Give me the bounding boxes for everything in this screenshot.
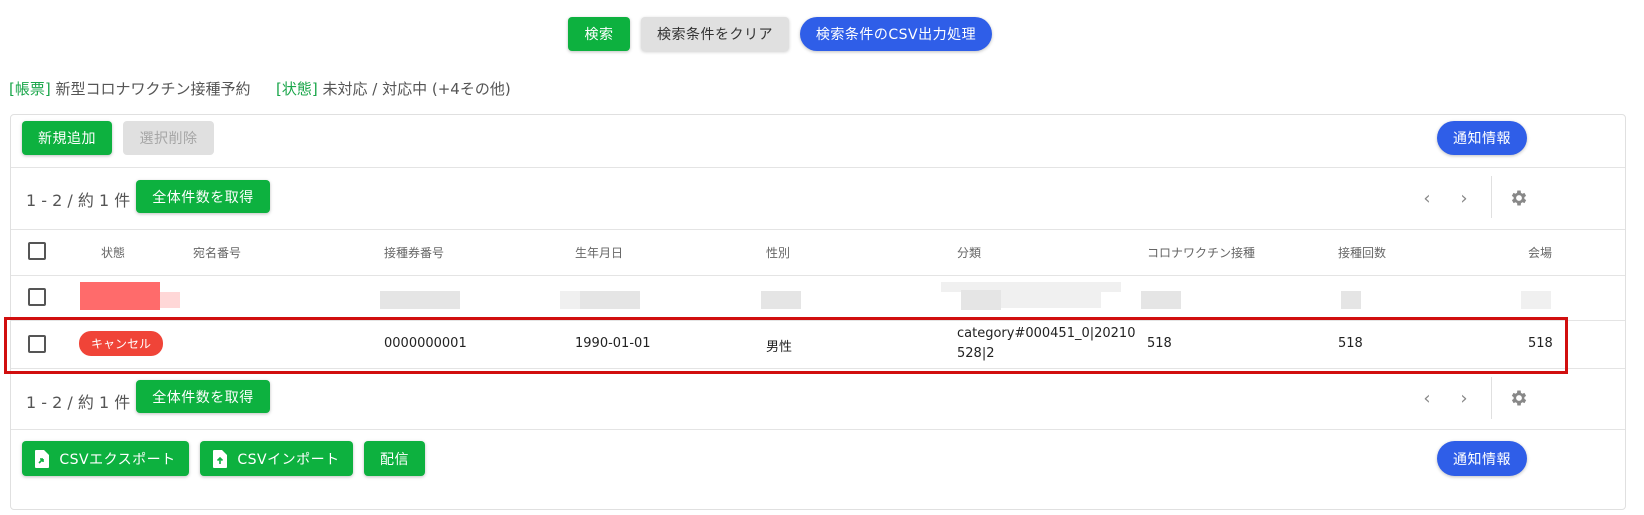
record-count: 1 - 2 / 約 1 件 [26, 191, 131, 210]
select-all-checkbox[interactable] [28, 242, 46, 260]
form-filter-value: 新型コロナワクチン接種予約 [55, 80, 251, 98]
column-header-times[interactable]: 接種回数 [1338, 244, 1386, 261]
deliver-button[interactable]: 配信 [364, 441, 425, 476]
redacted-block [560, 291, 580, 309]
csv-import-button[interactable]: CSVインポート [200, 441, 353, 476]
redacted-gender [761, 291, 801, 309]
add-new-button[interactable]: 新規追加 [22, 121, 112, 155]
divider [11, 167, 1625, 168]
form-filter-key: [帳票] [9, 80, 51, 98]
column-header-birth-date[interactable]: 生年月日 [575, 244, 623, 261]
csv-export-label: CSVエクスポート [59, 451, 176, 468]
chevron-left-icon[interactable]: ‹ [1415, 186, 1439, 210]
csv-output-button[interactable]: 検索条件のCSV出力処理 [800, 17, 992, 51]
redacted-vaccine [1141, 291, 1181, 309]
column-header-venue[interactable]: 会場 [1528, 244, 1552, 261]
redacted-birth-date [580, 291, 640, 309]
clear-search-button[interactable]: 検索条件をクリア [641, 17, 789, 51]
column-header-ticket-no[interactable]: 接種券番号 [384, 244, 444, 261]
column-header-status[interactable]: 状態 [101, 244, 125, 261]
record-count: 1 - 2 / 約 1 件 [26, 393, 131, 412]
chevron-right-icon[interactable]: › [1452, 386, 1476, 410]
get-total-count-button[interactable]: 全体件数を取得 [136, 180, 270, 213]
vertical-divider [1491, 176, 1492, 218]
delete-selected-button[interactable]: 選択削除 [123, 121, 214, 155]
row-checkbox[interactable] [28, 288, 46, 306]
divider [11, 229, 1625, 230]
gear-icon[interactable] [1507, 386, 1531, 410]
status-filter-key: [状態] [276, 80, 318, 98]
redacted-ticket-no [380, 291, 460, 309]
redacted-venue [1521, 291, 1551, 309]
csv-export-button[interactable]: CSVエクスポート [22, 441, 189, 476]
file-export-icon [35, 449, 50, 468]
get-total-count-button[interactable]: 全体件数を取得 [136, 380, 270, 413]
status-filter-value: 未対応 / 対応中 (+4その他) [322, 80, 511, 98]
gear-icon[interactable] [1507, 186, 1531, 210]
column-header-category[interactable]: 分類 [957, 244, 981, 261]
redacted-block [1001, 292, 1101, 308]
csv-import-label: CSVインポート [237, 451, 340, 468]
chevron-right-icon[interactable]: › [1452, 186, 1476, 210]
redacted-block [160, 292, 180, 308]
column-header-addressee-no[interactable]: 宛名番号 [193, 244, 241, 261]
chevron-left-icon[interactable]: ‹ [1415, 386, 1439, 410]
column-header-gender[interactable]: 性別 [766, 244, 790, 261]
search-button[interactable]: 検索 [568, 17, 630, 51]
redacted-times [1341, 291, 1361, 309]
redacted-status-badge [80, 282, 160, 310]
column-header-vaccine[interactable]: コロナワクチン接種 [1147, 244, 1255, 261]
divider [11, 275, 1625, 276]
redacted-category [961, 290, 1001, 310]
notification-info-footer-button[interactable]: 通知情報 [1437, 441, 1527, 476]
highlighted-row-frame [4, 317, 1568, 374]
vertical-divider [1491, 377, 1492, 419]
file-import-icon [213, 449, 228, 468]
notification-info-button[interactable]: 通知情報 [1437, 121, 1527, 155]
form-filter: [帳票] 新型コロナワクチン接種予約 [9, 78, 251, 99]
status-filter: [状態] 未対応 / 対応中 (+4その他) [276, 78, 511, 99]
divider [11, 429, 1625, 430]
